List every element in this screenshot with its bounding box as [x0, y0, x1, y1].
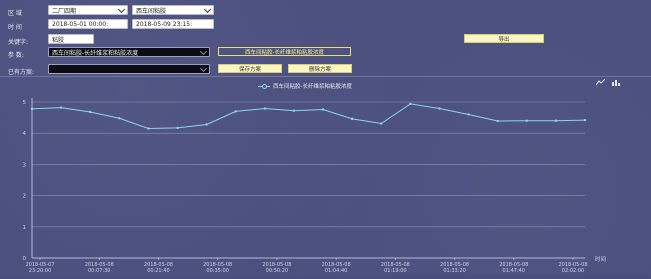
- data-point: [205, 123, 208, 126]
- y-tick-label: 3: [23, 162, 27, 168]
- area-select[interactable]: 二厂四期: [48, 5, 128, 15]
- chevron-down-icon: [199, 65, 208, 73]
- x-tick-label: 2018-05-08 01:04:40: [322, 262, 351, 274]
- data-point: [380, 122, 383, 125]
- area-select-value: 二厂四期: [52, 7, 77, 15]
- data-point: [321, 108, 325, 111]
- chart-area: 0 1 2 3 4 5 2018-05-07 23:20:00 2018-05-08 00:07:…: [0, 78, 651, 275]
- data-point: [176, 126, 179, 130]
- data-point: [59, 106, 63, 109]
- x-tick-label: 2018-05-08 00:50:20: [262, 262, 291, 274]
- time-start-input[interactable]: 2018-05-01 00:00:: [48, 19, 128, 29]
- x-tick-label: 2018-05-08 00:21:40: [144, 262, 173, 274]
- scheme-select[interactable]: [48, 64, 210, 74]
- app-frame: 区 域 二厂四期 西车间粘胶 时 间 2018-05-01 00:00: 201…: [0, 0, 651, 275]
- y-tick-label: 5: [23, 100, 27, 106]
- delete-scheme-button[interactable]: 删除方案: [288, 64, 352, 73]
- form-divider: [0, 76, 651, 77]
- data-point: [263, 107, 267, 110]
- y-tick-label: 2: [23, 194, 27, 200]
- area2-select[interactable]: 西车间粘胶: [132, 5, 214, 15]
- time-start-value: 2018-05-01 00:00:: [52, 20, 109, 28]
- y-tick-label: 1: [23, 225, 27, 231]
- time-end-value: 2018-05-09 23:15:: [136, 20, 193, 28]
- keyword-input[interactable]: 粘胶: [48, 34, 94, 44]
- data-point: [89, 110, 92, 114]
- data-point: [147, 127, 150, 130]
- data-point: [438, 107, 441, 110]
- y-tick-label: 4: [23, 131, 27, 137]
- keyword-label: 关键字:: [8, 39, 29, 46]
- data-point: [467, 113, 470, 116]
- chevron-down-icon: [203, 6, 212, 14]
- x-tick-label: 2018-05-07 23:20:00: [25, 262, 54, 274]
- time-end-input[interactable]: 2018-05-09 23:15:: [132, 19, 214, 29]
- line-chart: 0123452018-05-07 23:20:002018-05-08 00:07:…: [23, 98, 606, 274]
- data-point: [350, 117, 354, 121]
- chevron-down-icon: [117, 6, 126, 14]
- x-tick-label: 2018-05-08 02:02:00: [558, 262, 587, 274]
- data-point: [118, 117, 121, 120]
- scheme-label: 已有方案:: [8, 69, 35, 76]
- series-line: [31, 103, 586, 130]
- keyword-value: 粘胶: [52, 36, 65, 44]
- export-button[interactable]: 导出: [464, 34, 544, 43]
- data-point: [525, 119, 528, 122]
- chevron-down-icon: [199, 48, 208, 56]
- param-select-value: 西车间粘胶-长纤维浆粕粘胶浓度: [52, 49, 139, 57]
- x-tick-label: 2018-05-08 00:07:30: [85, 262, 114, 274]
- data-point: [554, 119, 558, 122]
- area-label: 区 域: [8, 10, 22, 17]
- param-selected-tag[interactable]: 西车间粘胶-长纤维浆粕粘胶浓度: [218, 47, 351, 56]
- area2-select-value: 西车间粘胶: [136, 7, 167, 15]
- data-point: [409, 102, 412, 106]
- save-scheme-button[interactable]: 保存方案: [218, 64, 282, 73]
- data-point: [292, 109, 296, 112]
- x-tick-label: 2018-05-08 01:19:00: [381, 262, 410, 274]
- data-point: [30, 107, 34, 111]
- time-label: 时 间: [8, 24, 22, 31]
- param-label: 参 数:: [8, 52, 24, 59]
- x-tick-label: 2018-05-08 01:33:20: [440, 262, 469, 274]
- x-tick-label: 2018-05-08 01:47:40: [499, 262, 528, 274]
- data-point: [583, 118, 587, 122]
- x-axis-end-label: 时间: [595, 255, 606, 263]
- data-point: [234, 110, 237, 113]
- param-select[interactable]: 西车间粘胶-长纤维浆粕粘胶浓度: [48, 47, 210, 57]
- x-tick-label: 2018-05-08 00:35:00: [203, 262, 232, 274]
- data-point: [496, 119, 499, 123]
